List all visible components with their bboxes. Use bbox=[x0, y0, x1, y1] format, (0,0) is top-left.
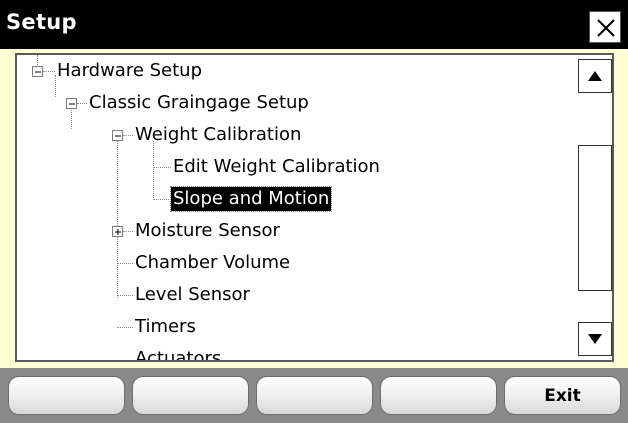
minus-icon bbox=[35, 71, 41, 73]
tree-connector bbox=[153, 167, 171, 168]
footer-button-2[interactable] bbox=[132, 376, 249, 415]
close-icon bbox=[597, 19, 615, 37]
tree-connector bbox=[123, 231, 133, 232]
footer-button-1[interactable] bbox=[8, 376, 125, 415]
tree-item-level-sensor[interactable]: Level Sensor bbox=[135, 283, 250, 307]
tree-view[interactable]: Hardware Setup Classic Graingage Setup W… bbox=[15, 53, 614, 362]
scrollbar-thumb[interactable] bbox=[578, 145, 612, 291]
tree-item-moisture-sensor[interactable]: Moisture Sensor bbox=[135, 219, 280, 243]
tree-item-hardware-setup[interactable]: Hardware Setup bbox=[57, 59, 202, 83]
tree-connector bbox=[117, 327, 133, 328]
close-button[interactable] bbox=[589, 11, 621, 43]
minus-icon bbox=[69, 103, 75, 105]
tree-item-slope-and-motion[interactable]: Slope and Motion bbox=[169, 186, 333, 212]
setup-window: Setup Hardware Setup Classic Graingage S… bbox=[0, 0, 628, 423]
plus-icon bbox=[115, 229, 121, 235]
arrow-up-icon bbox=[588, 71, 602, 81]
tree-connector bbox=[55, 75, 56, 97]
tree-item-actuators[interactable]: Actuators bbox=[135, 347, 221, 360]
footer-button-bar: Exit bbox=[0, 368, 628, 423]
tree-item-classic-graingage-setup[interactable]: Classic Graingage Setup bbox=[89, 91, 309, 115]
tree-connector bbox=[153, 141, 154, 200]
footer-button-3[interactable] bbox=[256, 376, 373, 415]
tree-connector bbox=[117, 263, 133, 264]
window-title: Setup bbox=[6, 10, 77, 34]
scroll-up-button[interactable] bbox=[578, 59, 612, 93]
tree-connector bbox=[77, 103, 87, 104]
tree-connector bbox=[117, 295, 133, 296]
tree-item-edit-weight-calibration[interactable]: Edit Weight Calibration bbox=[173, 155, 380, 179]
minus-icon bbox=[115, 135, 121, 137]
expand-toggle[interactable] bbox=[112, 226, 123, 237]
title-bar: Setup bbox=[0, 0, 628, 49]
tree-item-chamber-volume[interactable]: Chamber Volume bbox=[135, 251, 290, 275]
vertical-scrollbar[interactable] bbox=[578, 55, 612, 360]
exit-button[interactable]: Exit bbox=[504, 376, 621, 415]
tree-connector bbox=[43, 71, 55, 72]
collapse-toggle[interactable] bbox=[112, 130, 123, 141]
tree-connector bbox=[123, 135, 133, 136]
collapse-toggle[interactable] bbox=[66, 98, 77, 109]
arrow-down-icon bbox=[588, 334, 602, 344]
footer-button-4[interactable] bbox=[380, 376, 497, 415]
tree-connector bbox=[117, 138, 118, 298]
tree-item-weight-calibration[interactable]: Weight Calibration bbox=[135, 123, 301, 147]
tree-connector bbox=[71, 107, 72, 129]
collapse-toggle[interactable] bbox=[32, 66, 43, 77]
tree-item-timers[interactable]: Timers bbox=[135, 315, 196, 339]
tree-connector bbox=[153, 199, 171, 200]
scroll-down-button[interactable] bbox=[578, 322, 612, 356]
